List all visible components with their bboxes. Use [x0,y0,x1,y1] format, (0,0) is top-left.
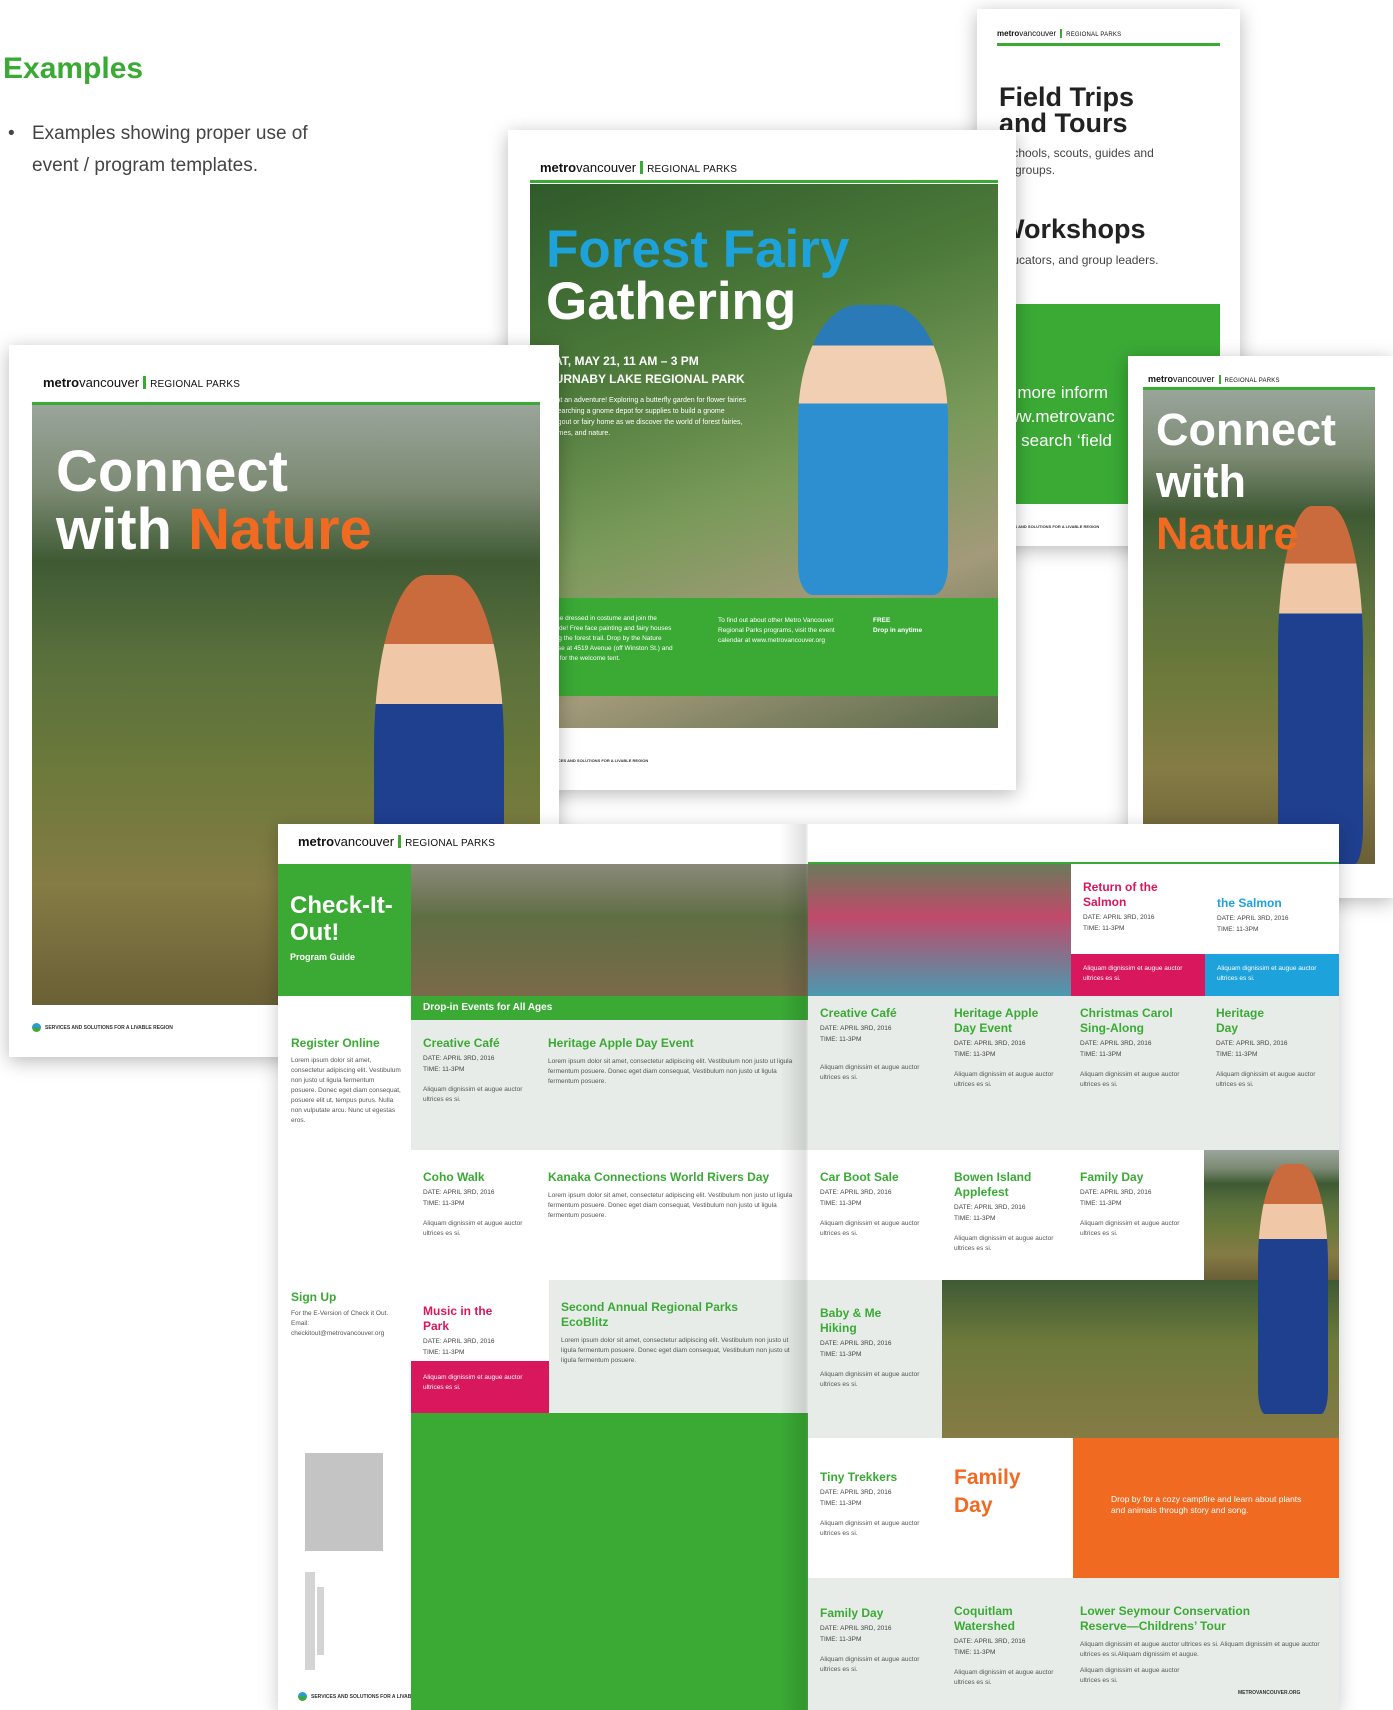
event-heritage-apple-r[interactable]: Heritage Apple Day Event DATE: APRIL 3RD… [942,996,1068,1150]
event-heritage-apple-day[interactable]: Heritage Apple Day Event Lorem ipsum dol… [536,1020,808,1150]
field-trips-title: Field Trips and Tours [999,82,1135,138]
workshops-sub: educators, and group leaders. [999,253,1159,267]
bullet-dot: • [8,123,15,144]
workshops-title: Workshops [999,214,1146,244]
register-text: Lorem ipsum dolor sit amet, consectetur … [291,1057,401,1124]
logo-icon [32,1023,41,1032]
brand-logo: metrovancouver REGIONAL PARKS [540,160,738,175]
family-day-feature: Family Day [954,1466,1021,1517]
placeholder-bar-1 [305,1572,315,1670]
footer-tagline: SERVICES AND SOLUTIONS FOR A LIVABLE REG… [546,758,649,763]
dropin-label: Drop-in Events for All Ages [423,1002,553,1013]
brand-logo: metrovancouver REGIONAL PARKS [43,375,241,390]
header-photo-right [808,864,1071,996]
forest-col1: Come dressed in costume and join the par… [546,615,673,662]
footer-tagline: SERVICES AND SOLUTIONS FOR A LIVABLE REG… [32,1023,173,1032]
event-car-boot[interactable]: Car Boot Sale DATE: APRIL 3RD, 2016 TIME:… [808,1150,942,1280]
program-guide-spread: metrovancouver REGIONAL PARKS Check-It-Ou… [278,824,1339,1710]
salmon-note-blue: Aliquam dignissim et augue auctor ultric… [1205,954,1339,996]
event-ecoblitz[interactable]: Second Annual Regional Parks EcoBlitz Lo… [549,1280,808,1413]
event-family-day-b[interactable]: Family Day DATE: APRIL 3RD, 2016 TIME: 11… [808,1578,942,1710]
guide-title: Check-It-Out! [290,892,393,946]
placeholder-box [305,1453,383,1551]
event-return-salmon-blue[interactable]: the Salmon DATE: APRIL 3RD, 2016 TIME: 11… [1205,864,1339,954]
more-info-text: r more inform ww.metrovanc d search ‘field [1007,383,1115,450]
signup-text: For the E-Version of Check it Out. Email… [291,1310,389,1337]
forest-col2: To find out about other Metro Vancouver … [718,617,835,644]
placeholder-bar-2 [317,1587,324,1655]
connect-nature-small-card: metrovancouver REGIONAL PARKS Connect wit… [1128,356,1393,898]
guide-subtitle: Program Guide [290,952,356,962]
forest-fairy-card: metrovancouver REGIONAL PARKS Forest Fair… [508,130,1016,790]
register-title: Register Online [291,1036,380,1050]
event-family-day[interactable]: Family Day DATE: APRIL 3RD, 2016 TIME: 11… [1068,1150,1204,1280]
event-coho-walk[interactable]: Coho Walk DATE: APRIL 3RD, 2016 TIME: 11-… [411,1150,536,1280]
event-heritage-day[interactable]: Heritage Day DATE: APRIL 3RD, 2016 TIME: … [1204,996,1339,1150]
header-photo-left [411,864,808,996]
event-baby-hiking[interactable]: Baby & Me Hiking DATE: APRIL 3RD, 2016 TI… [808,1280,942,1438]
event-coquitlam[interactable]: Coquitlam Watershed DATE: APRIL 3RD, 201… [942,1578,1068,1710]
event-return-salmon-pink[interactable]: Return of the Salmon DATE: APRIL 3RD, 20… [1071,864,1205,954]
bullet-list: • Examples showing proper use of event /… [8,118,338,182]
event-creative-cafe[interactable]: Creative Café DATE: APRIL 3RD, 2016 TIME:… [411,1020,536,1150]
page-title: Examples [3,52,144,85]
signup-title: Sign Up [291,1290,337,1304]
event-christmas[interactable]: Christmas Carol Sing-Along DATE: APRIL 3… [1068,996,1204,1150]
logo-icon [298,1692,307,1701]
salmon-note-pink: Aliquam dignissim et augue auctor ultric… [1071,954,1205,996]
forest-title: Forest Fairy Gathering [546,220,850,331]
event-kanaka[interactable]: Kanaka Connections World Rivers Day Lore… [536,1150,808,1280]
brand-logo: metrovancouver REGIONAL PARKS [1148,374,1280,384]
event-tiny-trekkers[interactable]: Tiny Trekkers DATE: APRIL 3RD, 2016 TIME:… [808,1438,942,1578]
child-figure [798,305,948,595]
footer-url: METROVANCOUVER.ORG [1238,1690,1301,1696]
music-park-note: Aliquam dignissim et augue auctor ultric… [411,1361,549,1413]
green-block [411,1413,808,1710]
brand-logo: metrovancouver REGIONAL PARKS [298,834,496,849]
field-trips-sub: r schools, scouts, guides and ult groups. [999,146,1154,177]
campfire-panel: Drop by for a cozy campfire and learn ab… [1073,1438,1339,1578]
child-figure [1258,1164,1328,1414]
forest-col3: FREE Drop in anytime [873,617,923,634]
connect-title: Connect with Nature [56,439,372,562]
brand-logo: metrovancouver REGIONAL PARKS [997,29,1122,38]
bullet-text: Examples showing proper use of event / p… [32,123,308,176]
event-creative-cafe-r[interactable]: Creative Café DATE: APRIL 3RD, 2016 TIME:… [808,996,942,1150]
connect-title-small: Connect with Nature [1156,404,1336,559]
event-date: SAT, MAY 21, 11 AM – 3 PM BURNABY LAKE RE… [546,354,745,386]
event-desc: What an adventure! Exploring a butterfly… [546,397,746,437]
event-bowen[interactable]: Bowen Island Applefest DATE: APRIL 3RD, … [942,1150,1068,1280]
